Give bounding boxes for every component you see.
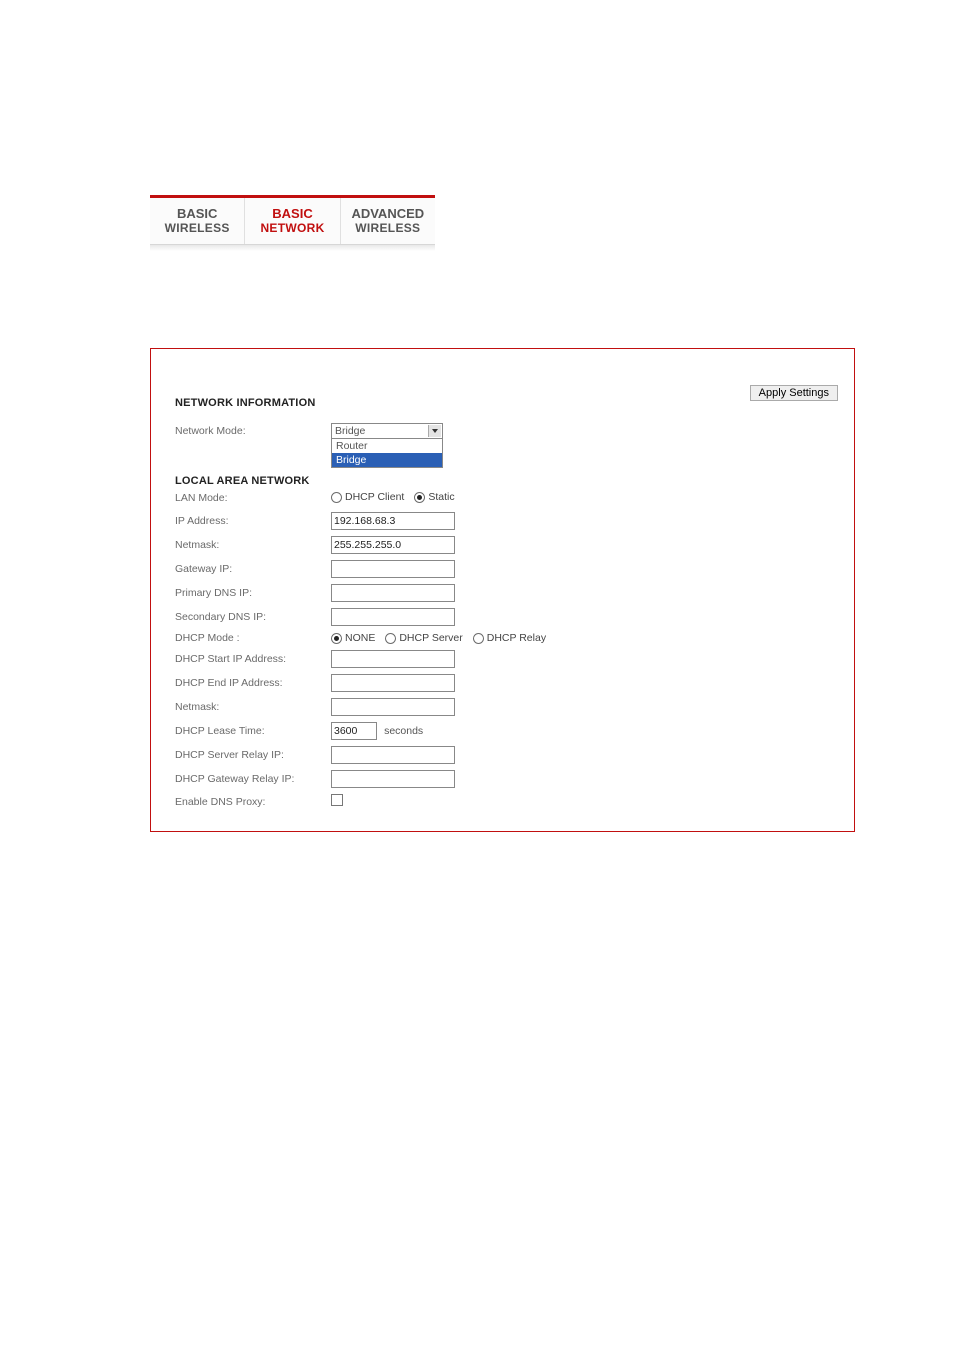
network-mode-dropdown: Router Bridge — [331, 438, 443, 468]
network-mode-label: Network Mode: — [175, 425, 325, 437]
dhcp-mode-option-server: DHCP Server — [399, 632, 462, 644]
dhcp-mode-option-relay: DHCP Relay — [487, 632, 546, 644]
dhcp-mode-option-none: NONE — [345, 632, 375, 644]
gateway-ip-label: Gateway IP: — [175, 563, 325, 575]
dhcp-netmask-input[interactable] — [331, 698, 455, 716]
tab-advanced-wireless[interactable]: ADVANCED WIRELESS — [341, 198, 435, 244]
dhcp-mode-radio-relay[interactable] — [473, 633, 484, 644]
section-title-network-info: NETWORK INFORMATION — [175, 397, 836, 409]
tab-label-line2: NETWORK — [260, 222, 324, 235]
tab-label-line2: WIRELESS — [355, 222, 420, 235]
dhcp-lease-time-unit: seconds — [384, 725, 423, 737]
secondary-dns-input[interactable] — [331, 608, 455, 626]
dhcp-mode-label: DHCP Mode : — [175, 632, 325, 644]
dhcp-server-relay-ip-input[interactable] — [331, 746, 455, 764]
lan-mode-option-static: Static — [428, 491, 454, 503]
enable-dns-proxy-checkbox[interactable] — [331, 794, 343, 806]
top-tabs: BASIC WIRELESS BASIC NETWORK ADVANCED WI… — [150, 195, 435, 251]
dhcp-start-ip-input[interactable] — [331, 650, 455, 668]
lan-mode-radio-static[interactable] — [414, 492, 425, 503]
section-title-lan: LOCAL AREA NETWORK — [175, 475, 836, 487]
network-config-panel: Apply Settings NETWORK INFORMATION Netwo… — [150, 348, 855, 832]
ip-address-label: IP Address: — [175, 515, 325, 527]
ip-address-input[interactable] — [331, 512, 455, 530]
dhcp-end-ip-input[interactable] — [331, 674, 455, 692]
lan-mode-radio-dhcp-client[interactable] — [331, 492, 342, 503]
dhcp-netmask-label: Netmask: — [175, 701, 325, 713]
lan-mode-option-dhcp-client: DHCP Client — [345, 491, 404, 503]
chevron-down-icon — [432, 429, 438, 433]
netmask-input[interactable] — [331, 536, 455, 554]
lan-mode-label: LAN Mode: — [175, 492, 325, 504]
primary-dns-label: Primary DNS IP: — [175, 587, 325, 599]
tab-label-line1: ADVANCED — [351, 207, 424, 221]
enable-dns-proxy-label: Enable DNS Proxy: — [175, 796, 325, 808]
network-mode-value: Bridge — [335, 425, 365, 437]
primary-dns-input[interactable] — [331, 584, 455, 602]
lan-mode-radio-group: DHCP Client Static — [331, 491, 455, 503]
dhcp-lease-time-label: DHCP Lease Time: — [175, 725, 325, 737]
dhcp-gateway-relay-ip-label: DHCP Gateway Relay IP: — [175, 773, 325, 785]
tabs-shadow — [150, 245, 435, 251]
dhcp-mode-radio-server[interactable] — [385, 633, 396, 644]
dhcp-lease-time-input[interactable] — [331, 722, 377, 740]
tab-label-line2: WIRELESS — [165, 222, 230, 235]
dhcp-gateway-relay-ip-input[interactable] — [331, 770, 455, 788]
dhcp-start-ip-label: DHCP Start IP Address: — [175, 653, 325, 665]
dhcp-server-relay-ip-label: DHCP Server Relay IP: — [175, 749, 325, 761]
apply-settings-button[interactable]: Apply Settings — [750, 385, 838, 401]
dhcp-mode-radio-group: NONE DHCP Server DHCP Relay — [331, 632, 546, 644]
network-mode-select[interactable]: Bridge Router Bridge — [331, 423, 443, 439]
tab-label-line1: BASIC — [272, 207, 312, 221]
dhcp-end-ip-label: DHCP End IP Address: — [175, 677, 325, 689]
network-mode-option-router[interactable]: Router — [332, 439, 442, 453]
dhcp-mode-radio-none[interactable] — [331, 633, 342, 644]
secondary-dns-label: Secondary DNS IP: — [175, 611, 325, 623]
network-mode-option-bridge[interactable]: Bridge — [332, 453, 442, 467]
tab-label-line1: BASIC — [177, 207, 217, 221]
netmask-label: Netmask: — [175, 539, 325, 551]
tab-basic-network[interactable]: BASIC NETWORK — [245, 198, 340, 244]
tab-basic-wireless[interactable]: BASIC WIRELESS — [150, 198, 245, 244]
gateway-ip-input[interactable] — [331, 560, 455, 578]
